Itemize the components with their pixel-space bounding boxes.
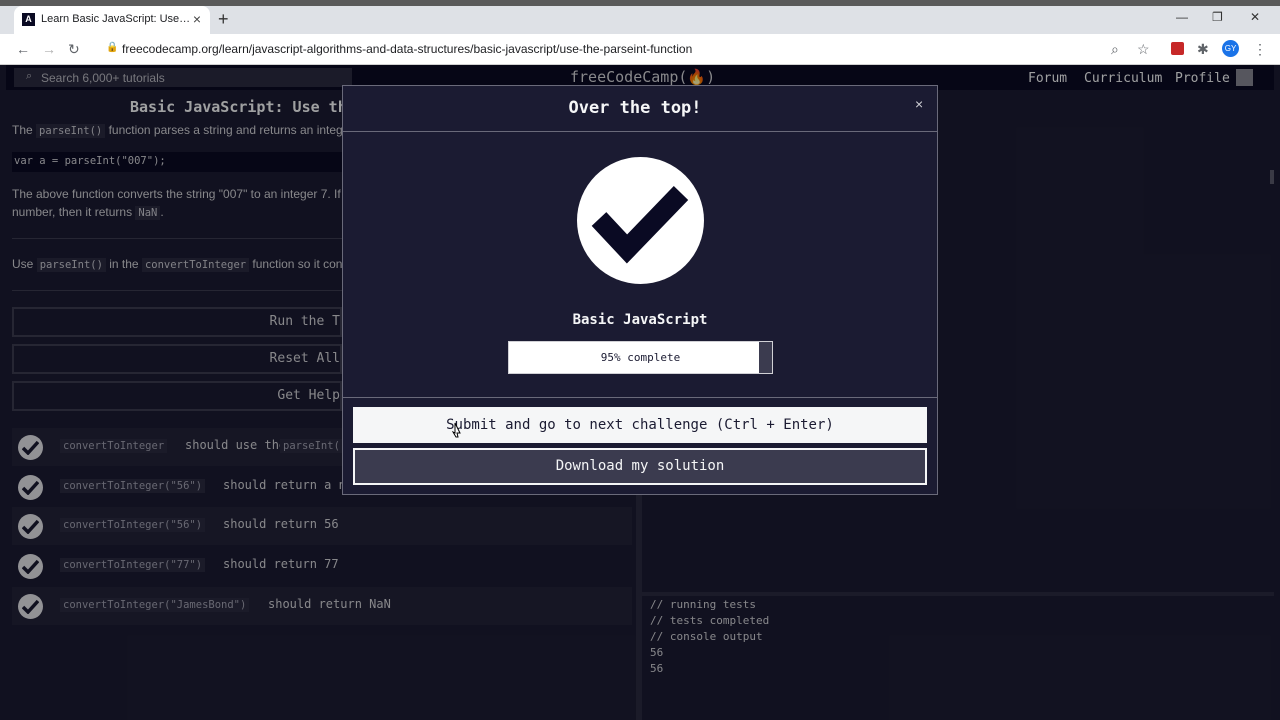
minimize-icon[interactable]: — xyxy=(1176,10,1188,24)
star-icon[interactable]: ☆ xyxy=(1137,41,1150,57)
success-check-icon xyxy=(577,157,704,284)
lock-icon[interactable]: 🔒 xyxy=(106,42,118,53)
certification-name: Basic JavaScript xyxy=(572,312,708,328)
progress-text: 95% complete xyxy=(600,351,681,364)
extension-icon[interactable] xyxy=(1171,42,1184,55)
close-icon[interactable]: × xyxy=(915,96,923,112)
mouse-cursor-icon xyxy=(451,422,462,443)
reload-icon[interactable]: ↻ xyxy=(68,41,80,57)
url-field[interactable]: freecodecamp.org/learn/javascript-algori… xyxy=(122,42,692,56)
restore-icon[interactable]: ❐ xyxy=(1212,10,1223,24)
extensions-icon[interactable]: ✱ xyxy=(1197,41,1209,57)
window-close-icon[interactable]: ✕ xyxy=(1250,10,1260,24)
back-icon[interactable]: ← xyxy=(16,41,30,57)
zoom-icon[interactable]: ⌕ xyxy=(1111,41,1119,57)
modal-divider xyxy=(343,397,937,398)
completion-modal: Over the top! × Basic JavaScript 95% com… xyxy=(342,85,938,495)
new-tab-button[interactable]: + xyxy=(218,10,229,28)
submit-next-button[interactable]: Submit and go to next challenge (Ctrl + … xyxy=(353,407,927,443)
tab-title: Learn Basic JavaScript: Use the p xyxy=(41,13,193,25)
avatar[interactable]: GY xyxy=(1222,40,1239,57)
progress-bar: 95% complete xyxy=(508,341,773,374)
browser-tab[interactable]: A Learn Basic JavaScript: Use the p × xyxy=(14,6,210,34)
menu-icon[interactable]: ⋮ xyxy=(1253,41,1267,57)
download-solution-button[interactable]: Download my solution xyxy=(353,448,927,485)
favicon-icon: A xyxy=(22,13,35,26)
modal-title: Over the top! xyxy=(568,98,702,118)
tab-close-icon[interactable]: × xyxy=(193,11,201,27)
forward-icon[interactable]: → xyxy=(42,41,56,57)
